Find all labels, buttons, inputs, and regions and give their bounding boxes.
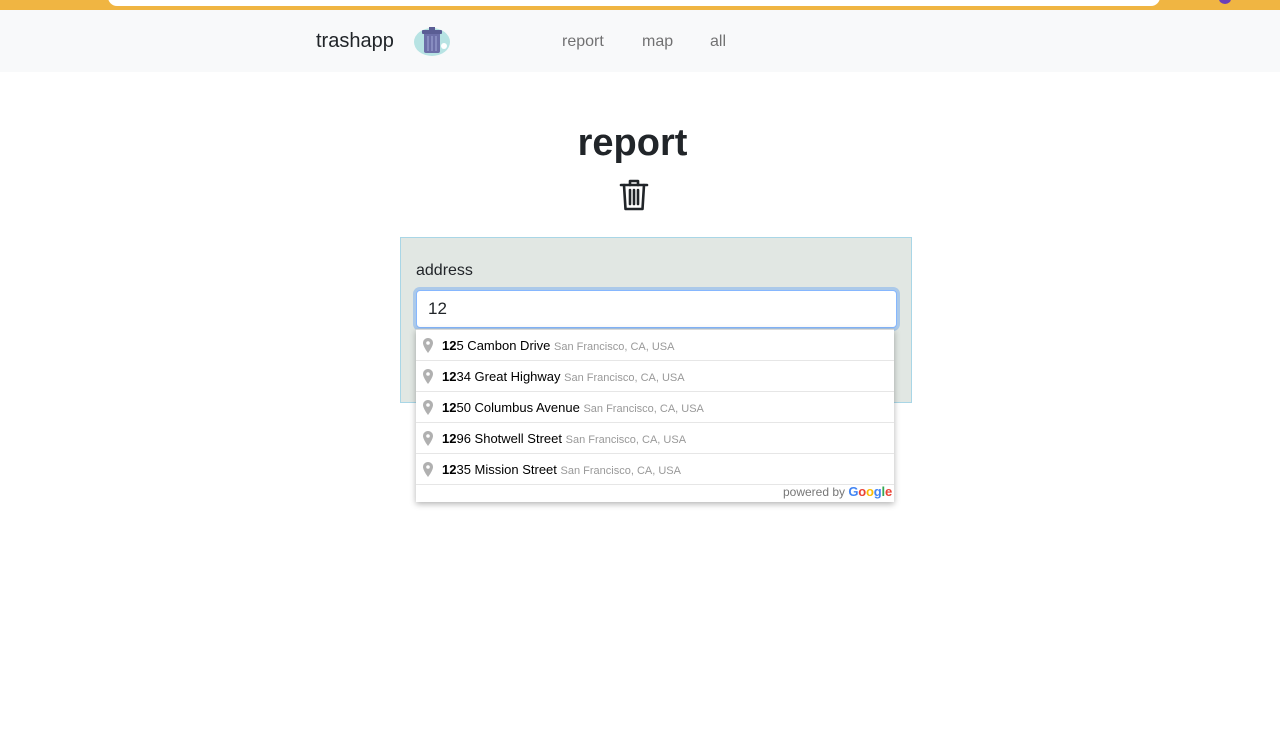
address-suggestions-dropdown: 125 Cambon Drive San Francisco, CA, USA …	[416, 329, 894, 502]
suggestion-item[interactable]: 1296 Shotwell Street San Francisco, CA, …	[416, 423, 894, 454]
suggestion-main: 96 Shotwell Street	[456, 431, 562, 446]
google-logo-letter: o	[858, 484, 867, 499]
suggestion-secondary: San Francisco, CA, USA	[564, 372, 685, 384]
suggestion-secondary: San Francisco, CA, USA	[560, 465, 681, 477]
browser-profile-icon[interactable]	[1219, 0, 1231, 4]
suggestion-main: 34 Great Highway	[456, 369, 561, 384]
suggestion-match: 12	[442, 462, 457, 477]
brand-link[interactable]: trashapp	[316, 30, 394, 53]
suggestion-item[interactable]: 1250 Columbus Avenue San Francisco, CA, …	[416, 392, 894, 423]
navbar: trashapp report map all	[0, 10, 1280, 72]
nav-link-all[interactable]: all	[710, 33, 726, 51]
suggestion-match: 12	[442, 431, 457, 446]
suggestion-main: 50 Columbus Avenue	[456, 400, 580, 415]
suggestion-item[interactable]: 1235 Mission Street San Francisco, CA, U…	[416, 454, 894, 485]
address-input[interactable]	[416, 290, 897, 328]
google-logo-letter: g	[873, 484, 882, 499]
suggestion-match: 12	[442, 400, 457, 415]
google-logo: Google	[848, 484, 892, 499]
browser-toolbar	[0, 0, 1280, 10]
powered-by-google: powered by Google	[783, 484, 892, 499]
suggestion-match: 12	[442, 338, 457, 353]
powered-by-label: powered by	[782, 485, 846, 499]
suggestion-match: 12	[442, 369, 457, 384]
google-logo-letter: G	[848, 484, 859, 499]
suggestion-main: 5 Cambon Drive	[456, 338, 551, 353]
suggestion-item[interactable]: 1234 Great Highway San Francisco, CA, US…	[416, 361, 894, 392]
browser-url-bar[interactable]	[108, 0, 1160, 6]
suggestion-secondary: San Francisco, CA, USA	[565, 434, 687, 446]
nav-link-report[interactable]: report	[562, 33, 604, 51]
nav-link-map[interactable]: map	[642, 33, 673, 51]
suggestion-item[interactable]: 125 Cambon Drive San Francisco, CA, USA	[416, 330, 894, 361]
suggestion-secondary: San Francisco, CA, USA	[583, 403, 704, 415]
suggestion-secondary: San Francisco, CA, USA	[554, 341, 675, 353]
suggestion-main: 35 Mission Street	[456, 462, 557, 477]
page-title: report	[577, 122, 688, 164]
google-logo-letter: o	[866, 484, 874, 499]
google-logo-letter: e	[884, 484, 892, 499]
address-label: address	[416, 262, 473, 279]
